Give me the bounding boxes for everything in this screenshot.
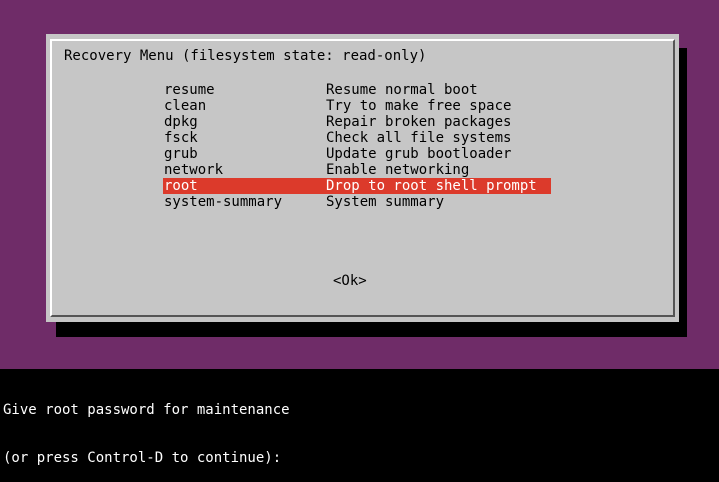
menu-item-key: root xyxy=(164,178,198,194)
console-line: Give root password for maintenance xyxy=(3,402,290,418)
menu-item-description: Check all file systems xyxy=(326,130,512,146)
menu-item-key: system-summary xyxy=(164,194,283,210)
menu-item-root[interactable]: root Drop to root shell prompt xyxy=(163,178,551,194)
menu-item-description: Resume normal boot xyxy=(326,82,478,98)
menu-item-dpkg[interactable]: dpkg Repair broken packages xyxy=(163,114,551,130)
menu-item-description: Update grub bootloader xyxy=(326,146,512,162)
menu-item-key: dpkg xyxy=(164,114,198,130)
menu-item-description: Try to make free space xyxy=(326,98,512,114)
menu-item-system-summary[interactable]: system-summary System summary xyxy=(163,194,551,210)
dialog-title: Recovery Menu (filesystem state: read-on… xyxy=(64,48,427,64)
menu-item-key: grub xyxy=(164,146,198,162)
menu-item-grub[interactable]: grub Update grub bootloader xyxy=(163,146,551,162)
menu-item-description: System summary xyxy=(326,194,445,210)
menu-item-clean[interactable]: clean Try to make free space xyxy=(163,98,551,114)
menu-item-key: network xyxy=(164,162,224,178)
console-output: Give root password for maintenance (or p… xyxy=(3,370,719,482)
recovery-dialog: Recovery Menu (filesystem state: read-on… xyxy=(46,34,679,322)
menu-item-network[interactable]: network Enable networking xyxy=(163,162,551,178)
ok-button[interactable]: <Ok> xyxy=(333,273,367,289)
menu-item-resume[interactable]: resume Resume normal boot xyxy=(163,82,551,98)
recovery-screen: Recovery Menu (filesystem state: read-on… xyxy=(0,0,719,369)
recovery-menu-list: resume Resume normal boot clean Try to m… xyxy=(163,82,551,210)
console-password-prompt[interactable]: (or press Control-D to continue): xyxy=(3,450,719,466)
menu-item-key: fsck xyxy=(164,130,198,146)
menu-item-key: resume xyxy=(164,82,215,98)
menu-item-description: Repair broken packages xyxy=(326,114,512,130)
menu-item-description: Drop to root shell prompt xyxy=(326,178,537,194)
menu-item-fsck[interactable]: fsck Check all file systems xyxy=(163,130,551,146)
menu-item-key: clean xyxy=(164,98,207,114)
menu-item-description: Enable networking xyxy=(326,162,470,178)
